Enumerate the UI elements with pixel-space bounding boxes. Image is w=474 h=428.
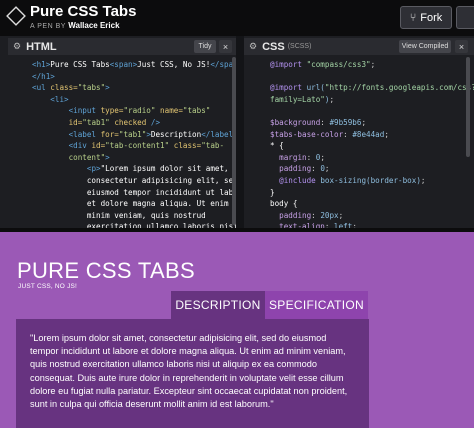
code-line: margin: 0; xyxy=(279,152,325,162)
gear-icon[interactable]: ⚙ xyxy=(249,41,257,52)
code-line: et dolore magna aliqua. Ut enim ad xyxy=(32,199,236,209)
code-line: <h1>Pure CSS Tabs<span>Just CSS, No JS!<… xyxy=(32,60,236,69)
tab-description[interactable]: DESCRIPTION xyxy=(171,291,265,319)
view-compiled-button[interactable]: View Compiled xyxy=(399,40,451,53)
code-line: </h1> xyxy=(32,71,55,81)
more-button[interactable] xyxy=(456,6,474,29)
css-editor-title: CSS xyxy=(262,40,285,53)
code-line: * { xyxy=(270,141,284,151)
code-line: @include box-sizing(border-box); xyxy=(279,175,426,185)
close-icon[interactable]: × xyxy=(455,40,468,53)
result-preview: PURE CSS TABS JUST CSS, NO JS! DESCRIPTI… xyxy=(0,232,474,428)
code-line: <ul class="tabs"> xyxy=(32,83,110,93)
code-line: id="tab1" checked /> xyxy=(68,117,161,127)
code-line: family=Lato"); xyxy=(270,94,335,104)
code-line: padding: 20px; xyxy=(279,210,344,220)
code-line: $tabs-base-color: #8e44ad; xyxy=(270,129,389,139)
code-line: } xyxy=(270,187,275,197)
code-line: <label for="tab1">Description</label> xyxy=(68,129,236,139)
html-editor: ⚙ HTML Tidy × <h1>Pure CSS Tabs<span>Jus… xyxy=(8,38,236,228)
css-scrollbar[interactable] xyxy=(466,57,470,157)
gear-icon[interactable]: ⚙ xyxy=(13,41,21,52)
code-line: consectetur adipisicing elit, sed do xyxy=(32,175,236,185)
pen-by-prefix: A PEN BY xyxy=(30,23,66,30)
top-bar: Pure CSS Tabs A PEN BY Wallace Erick ⑂ F… xyxy=(0,0,474,36)
code-line: $background: #9b59b6; xyxy=(270,117,367,127)
fork-button[interactable]: ⑂ Fork xyxy=(400,6,452,29)
tab-content: "Lorem ipsum dolor sit amet, consectetur… xyxy=(16,319,369,428)
codepen-logo-icon[interactable] xyxy=(6,6,26,26)
editor-divider[interactable] xyxy=(236,36,244,230)
code-line: content"> xyxy=(68,152,110,162)
fork-label: Fork xyxy=(420,11,443,24)
code-line: minim veniam, quis nostrud xyxy=(32,210,206,220)
code-line: <input type="radio" name="tabs" xyxy=(68,106,211,116)
preview-subtitle: JUST CSS, NO JS! xyxy=(18,283,78,290)
code-line: <p>"Lorem ipsum dolor sit amet, xyxy=(86,164,229,174)
code-line: padding: 0; xyxy=(279,164,330,174)
tab-specification[interactable]: SPECIFICATION xyxy=(265,291,368,319)
html-code[interactable]: <h1>Pure CSS Tabs<span>Just CSS, No JS!<… xyxy=(8,55,236,228)
css-editor: ⚙ CSS (SCSS) View Compiled × @import "co… xyxy=(244,38,474,228)
code-line: <div id="tab-content1" class="tab- xyxy=(68,141,225,151)
code-line: @import "compass/css3"; xyxy=(270,60,376,69)
code-line: @import url("http://fonts.googleapis.com… xyxy=(270,83,474,93)
code-line: eiusmod tempor incididunt ut labore xyxy=(32,187,236,197)
code-line: <li> xyxy=(50,94,69,104)
author-link[interactable]: Wallace Erick xyxy=(68,21,119,30)
pen-author: A PEN BY Wallace Erick xyxy=(30,21,120,30)
fork-icon: ⑂ xyxy=(409,11,417,24)
css-code[interactable]: @import "compass/css3"; @import url("htt… xyxy=(244,55,474,228)
html-editor-header: ⚙ HTML Tidy × xyxy=(8,38,236,55)
close-icon[interactable]: × xyxy=(219,40,232,53)
css-editor-header: ⚙ CSS (SCSS) View Compiled × xyxy=(244,38,474,55)
html-editor-title: HTML xyxy=(26,40,57,53)
code-line: body { xyxy=(270,199,298,209)
pen-title[interactable]: Pure CSS Tabs xyxy=(30,3,136,20)
tidy-button[interactable]: Tidy xyxy=(194,40,216,53)
preview-title: PURE CSS TABS xyxy=(17,258,195,283)
html-scrollbar[interactable] xyxy=(232,57,236,225)
css-editor-subtitle: (SCSS) xyxy=(287,43,312,50)
tab-content-text: "Lorem ipsum dolor sit amet, consectetur… xyxy=(30,333,348,410)
